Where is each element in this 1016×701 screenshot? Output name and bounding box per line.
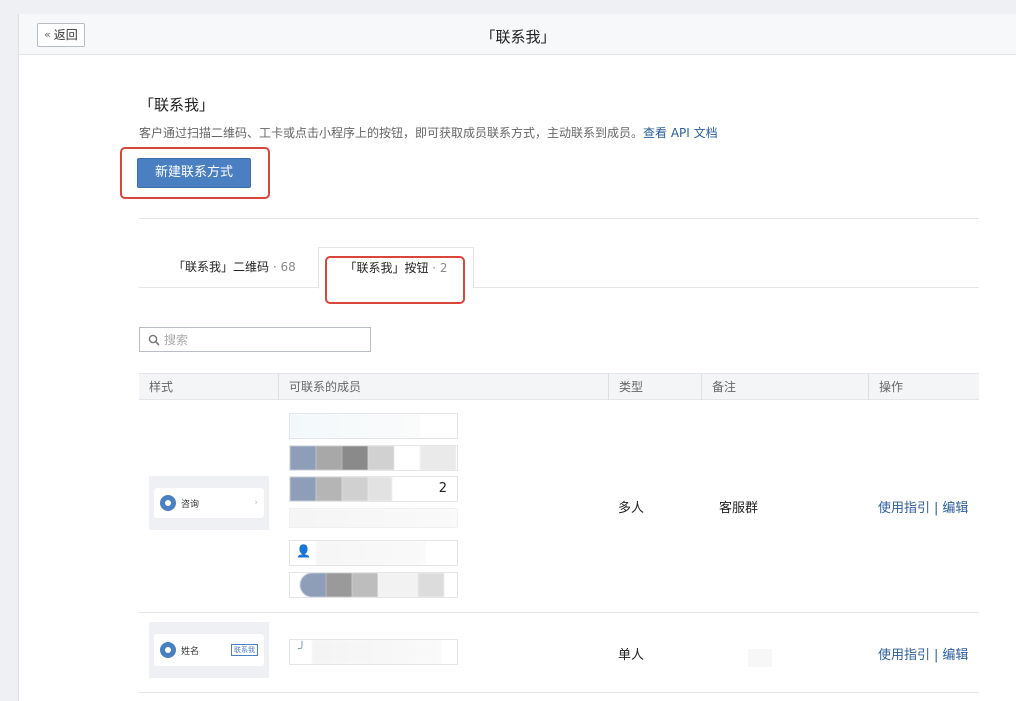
main-window: « 返回 「联系我」 「联系我」 客户通过扫描二维码、工卡或点击小程序上的按钮，… <box>18 14 1016 701</box>
column-header-members: 可联系的成员 <box>278 374 361 400</box>
preview-label: 姓名 <box>181 646 200 657</box>
new-contact-button[interactable]: 新建联系方式 <box>137 158 251 188</box>
edit-link[interactable]: 编辑 <box>942 648 968 663</box>
member-item <box>289 413 458 439</box>
redacted-member <box>290 509 457 527</box>
redacted-member <box>352 573 378 597</box>
member-count-badge: 2 <box>438 481 447 496</box>
usage-guide-link[interactable]: 使用指引 <box>878 501 930 516</box>
tab-label: 「联系我」二维码 <box>173 260 270 274</box>
redacted-member <box>326 573 352 597</box>
page-description: 客户通过扫描二维码、工卡或点击小程序上的按钮，即可获取成员联系方式，主动联系到成… <box>139 124 979 142</box>
member-item: 👤 <box>289 540 458 566</box>
tab-bar: 「联系我」二维码 · 68 「联系我」按钮 · 2 <box>139 247 979 289</box>
redacted-member <box>316 541 426 565</box>
page-content: 「联系我」 客户通过扫描二维码、工卡或点击小程序上的按钮，即可获取成员联系方式，… <box>120 94 979 693</box>
member-item <box>289 572 458 598</box>
separator: | <box>934 648 939 663</box>
member-item <box>289 445 458 471</box>
redacted-member <box>418 573 444 597</box>
divider <box>139 218 979 219</box>
redacted-member <box>316 477 342 501</box>
user-icon: 👤 <box>296 544 311 558</box>
table-row: 咨询 › 2 👤 多人 客服群 使用指引 | 编辑 <box>139 400 979 613</box>
chevron-right-icon: › <box>254 498 258 508</box>
actions-cell: 使用指引 | 编辑 <box>878 644 968 663</box>
actions-cell: 使用指引 | 编辑 <box>878 497 968 516</box>
table-row: 姓名 联系我 ╯ 单人 使用指引 | 编辑 <box>139 613 979 693</box>
column-header-style: 样式 <box>149 380 174 394</box>
button-style-preview: 咨询 › <box>149 476 269 530</box>
tab-count: · 68 <box>272 260 296 274</box>
search-box <box>139 327 371 352</box>
note-cell-redacted <box>748 649 772 667</box>
redacted-member <box>420 446 456 470</box>
column-header-note: 备注 <box>701 374 736 400</box>
search-icon <box>148 334 160 346</box>
redacted-member <box>368 477 392 501</box>
redacted-member <box>312 640 442 664</box>
column-header-actions: 操作 <box>868 374 903 400</box>
redacted-member <box>378 573 418 597</box>
redacted-member <box>316 446 342 470</box>
separator: | <box>934 501 939 516</box>
search-input[interactable] <box>164 332 354 347</box>
preview-card: 咨询 › <box>154 488 264 518</box>
type-cell: 多人 <box>618 501 645 516</box>
preview-card: 姓名 联系我 <box>154 634 264 666</box>
redacted-member <box>290 446 316 470</box>
top-bar: « 返回 「联系我」 <box>19 14 1016 55</box>
column-header-type: 类型 <box>608 374 643 400</box>
table-header: 样式 可联系的成员 类型 备注 操作 <box>139 373 979 400</box>
redacted-member <box>290 477 316 501</box>
preview-tag: 联系我 <box>231 644 258 656</box>
user-icon: ╯ <box>298 642 306 657</box>
note-cell: 客服群 <box>719 501 759 516</box>
edit-link[interactable]: 编辑 <box>942 501 968 516</box>
avatar-icon <box>160 495 176 511</box>
avatar-icon <box>160 642 176 658</box>
type-cell: 单人 <box>618 648 645 663</box>
redacted-member <box>290 414 420 438</box>
tab-highlight <box>325 256 465 304</box>
preview-label: 咨询 <box>181 499 200 510</box>
page-title: 「联系我」 <box>139 96 215 114</box>
contact-table: 样式 可联系的成员 类型 备注 操作 咨询 › 2 👤 多人 客服群 使用指引 … <box>139 373 979 693</box>
api-doc-link[interactable]: 查看 API 文档 <box>643 126 718 140</box>
usage-guide-link[interactable]: 使用指引 <box>878 648 930 663</box>
redacted-member <box>342 477 368 501</box>
new-button-highlight: 新建联系方式 <box>120 147 270 199</box>
member-item: ╯ <box>289 639 458 665</box>
redacted-member <box>342 446 368 470</box>
member-item <box>289 508 458 528</box>
button-style-preview: 姓名 联系我 <box>149 622 269 678</box>
description-text: 客户通过扫描二维码、工卡或点击小程序上的按钮，即可获取成员联系方式，主动联系到成… <box>139 126 644 140</box>
tab-qrcode[interactable]: 「联系我」二维码 · 68 <box>173 247 296 288</box>
topbar-title: 「联系我」 <box>480 28 556 46</box>
redacted-member <box>300 573 326 597</box>
member-item: 2 <box>289 476 458 502</box>
redacted-member <box>368 446 394 470</box>
